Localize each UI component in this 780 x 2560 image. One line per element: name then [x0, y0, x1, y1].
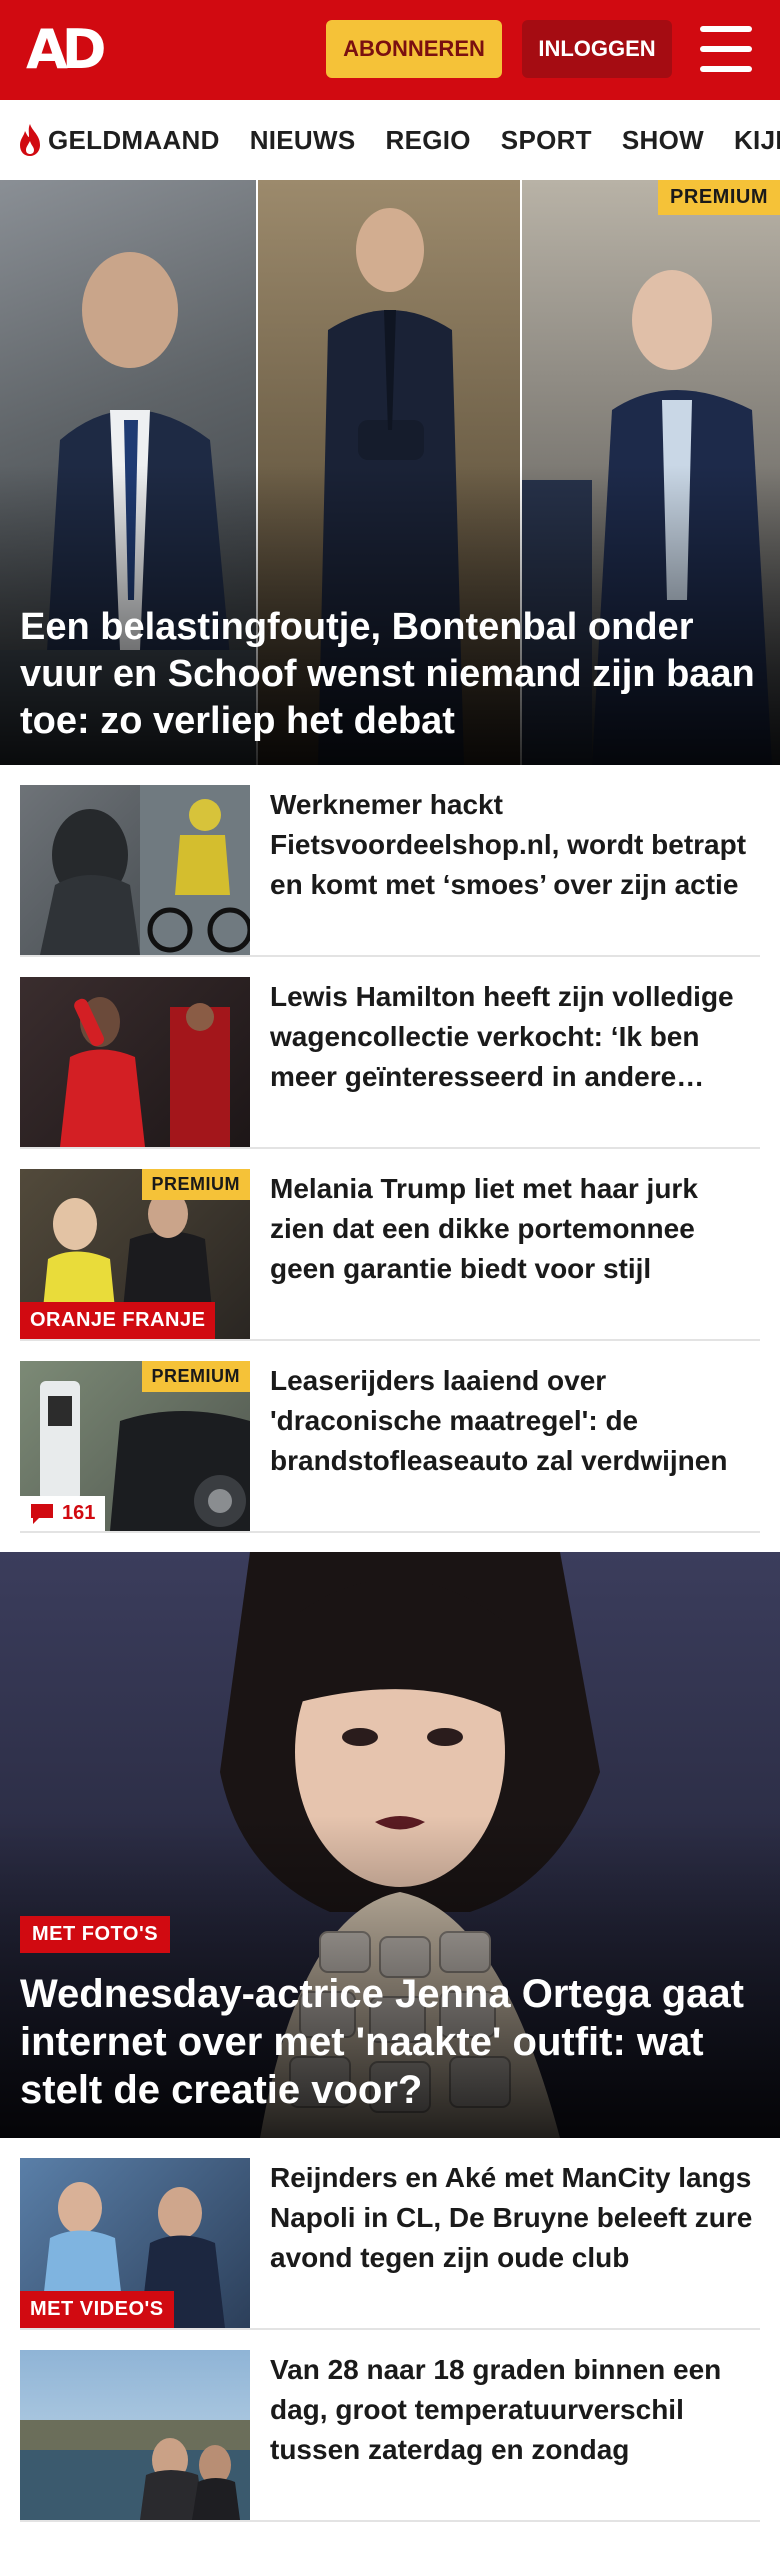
article-headline[interactable]: Reijnders en Aké met ManCity langs Napol… [270, 2158, 760, 2278]
nav-label: GELDMAAND [48, 124, 220, 155]
article-thumbnail [20, 977, 250, 1147]
nav-item-kijk[interactable]: KIJK [734, 125, 780, 156]
nav-item-regio[interactable]: REGIO [386, 125, 471, 156]
article-thumbnail: PREMIUM ORANJE FRANJE [20, 1169, 250, 1339]
hero-headline[interactable]: Een belastingfoutje, Bontenbal onder vuu… [20, 604, 760, 745]
subscribe-button[interactable]: ABONNEREN [326, 20, 502, 78]
premium-badge: PREMIUM [141, 1169, 250, 1200]
article-headline[interactable]: Melania Trump liet met haar jurk zien da… [270, 1169, 760, 1289]
article-thumbnail [20, 2350, 250, 2520]
nav-item-geldmaand[interactable]: GELDMAAND [16, 123, 220, 157]
article-headline[interactable]: Lewis Hamilton heeft zijn volledige wage… [270, 977, 760, 1097]
list-item[interactable]: Lewis Hamilton heeft zijn volledige wage… [20, 957, 760, 1149]
comments-count: 161 [62, 1502, 96, 1524]
article-headline[interactable]: Werknemer hackt Fietsvoordeelshop.nl, wo… [270, 785, 760, 905]
hero-article-2[interactable]: MET FOTO'S Wednesday-actrice Jenna Orteg… [0, 1552, 780, 2138]
hero-article[interactable]: PREMIUM Een belastingfoutje, Bontenbal o… [0, 180, 780, 765]
ad-logo[interactable]: AD [26, 22, 116, 78]
nav-item-nieuws[interactable]: NIEUWS [250, 125, 356, 156]
article-thumbnail [20, 785, 250, 955]
section-nav: GELDMAAND NIEUWS REGIO SPORT SHOW KIJK [0, 100, 780, 180]
nav-item-show[interactable]: SHOW [622, 125, 704, 156]
media-label: MET VIDEO'S [20, 2291, 174, 2328]
login-button[interactable]: INLOGGEN [522, 20, 672, 78]
comment-icon [31, 1503, 53, 1524]
flame-icon [20, 124, 40, 156]
hamburger-menu-icon[interactable] [700, 26, 752, 72]
list-item[interactable]: Van 28 naar 18 graden binnen een dag, gr… [20, 2330, 760, 2522]
list-item[interactable]: Werknemer hackt Fietsvoordeelshop.nl, wo… [20, 765, 760, 957]
article-headline[interactable]: Leaserijders laaiend over 'draconische m… [270, 1361, 760, 1481]
hero2-headline[interactable]: Wednesday-actrice Jenna Ortega gaat inte… [20, 1970, 760, 2114]
category-label: ORANJE FRANJE [20, 1302, 216, 1339]
article-thumbnail: PREMIUM 161 [20, 1361, 250, 1531]
premium-badge: PREMIUM [658, 180, 780, 215]
media-label: MET FOTO'S [20, 1916, 171, 1953]
premium-badge: PREMIUM [141, 1361, 250, 1392]
list-item[interactable]: PREMIUM 161 Leaserijders laaiend over 'd… [20, 1341, 760, 1533]
nav-item-sport[interactable]: SPORT [501, 125, 592, 156]
comments-badge[interactable]: 161 [20, 1496, 106, 1531]
list-item[interactable]: PREMIUM ORANJE FRANJE Melania Trump liet… [20, 1149, 760, 1341]
article-thumbnail: MET VIDEO'S [20, 2158, 250, 2328]
article-headline[interactable]: Van 28 naar 18 graden binnen een dag, gr… [270, 2350, 760, 2470]
list-item[interactable]: MET VIDEO'S Reijnders en Aké met ManCity… [20, 2138, 760, 2330]
top-header: AD ABONNEREN INLOGGEN [0, 0, 780, 100]
